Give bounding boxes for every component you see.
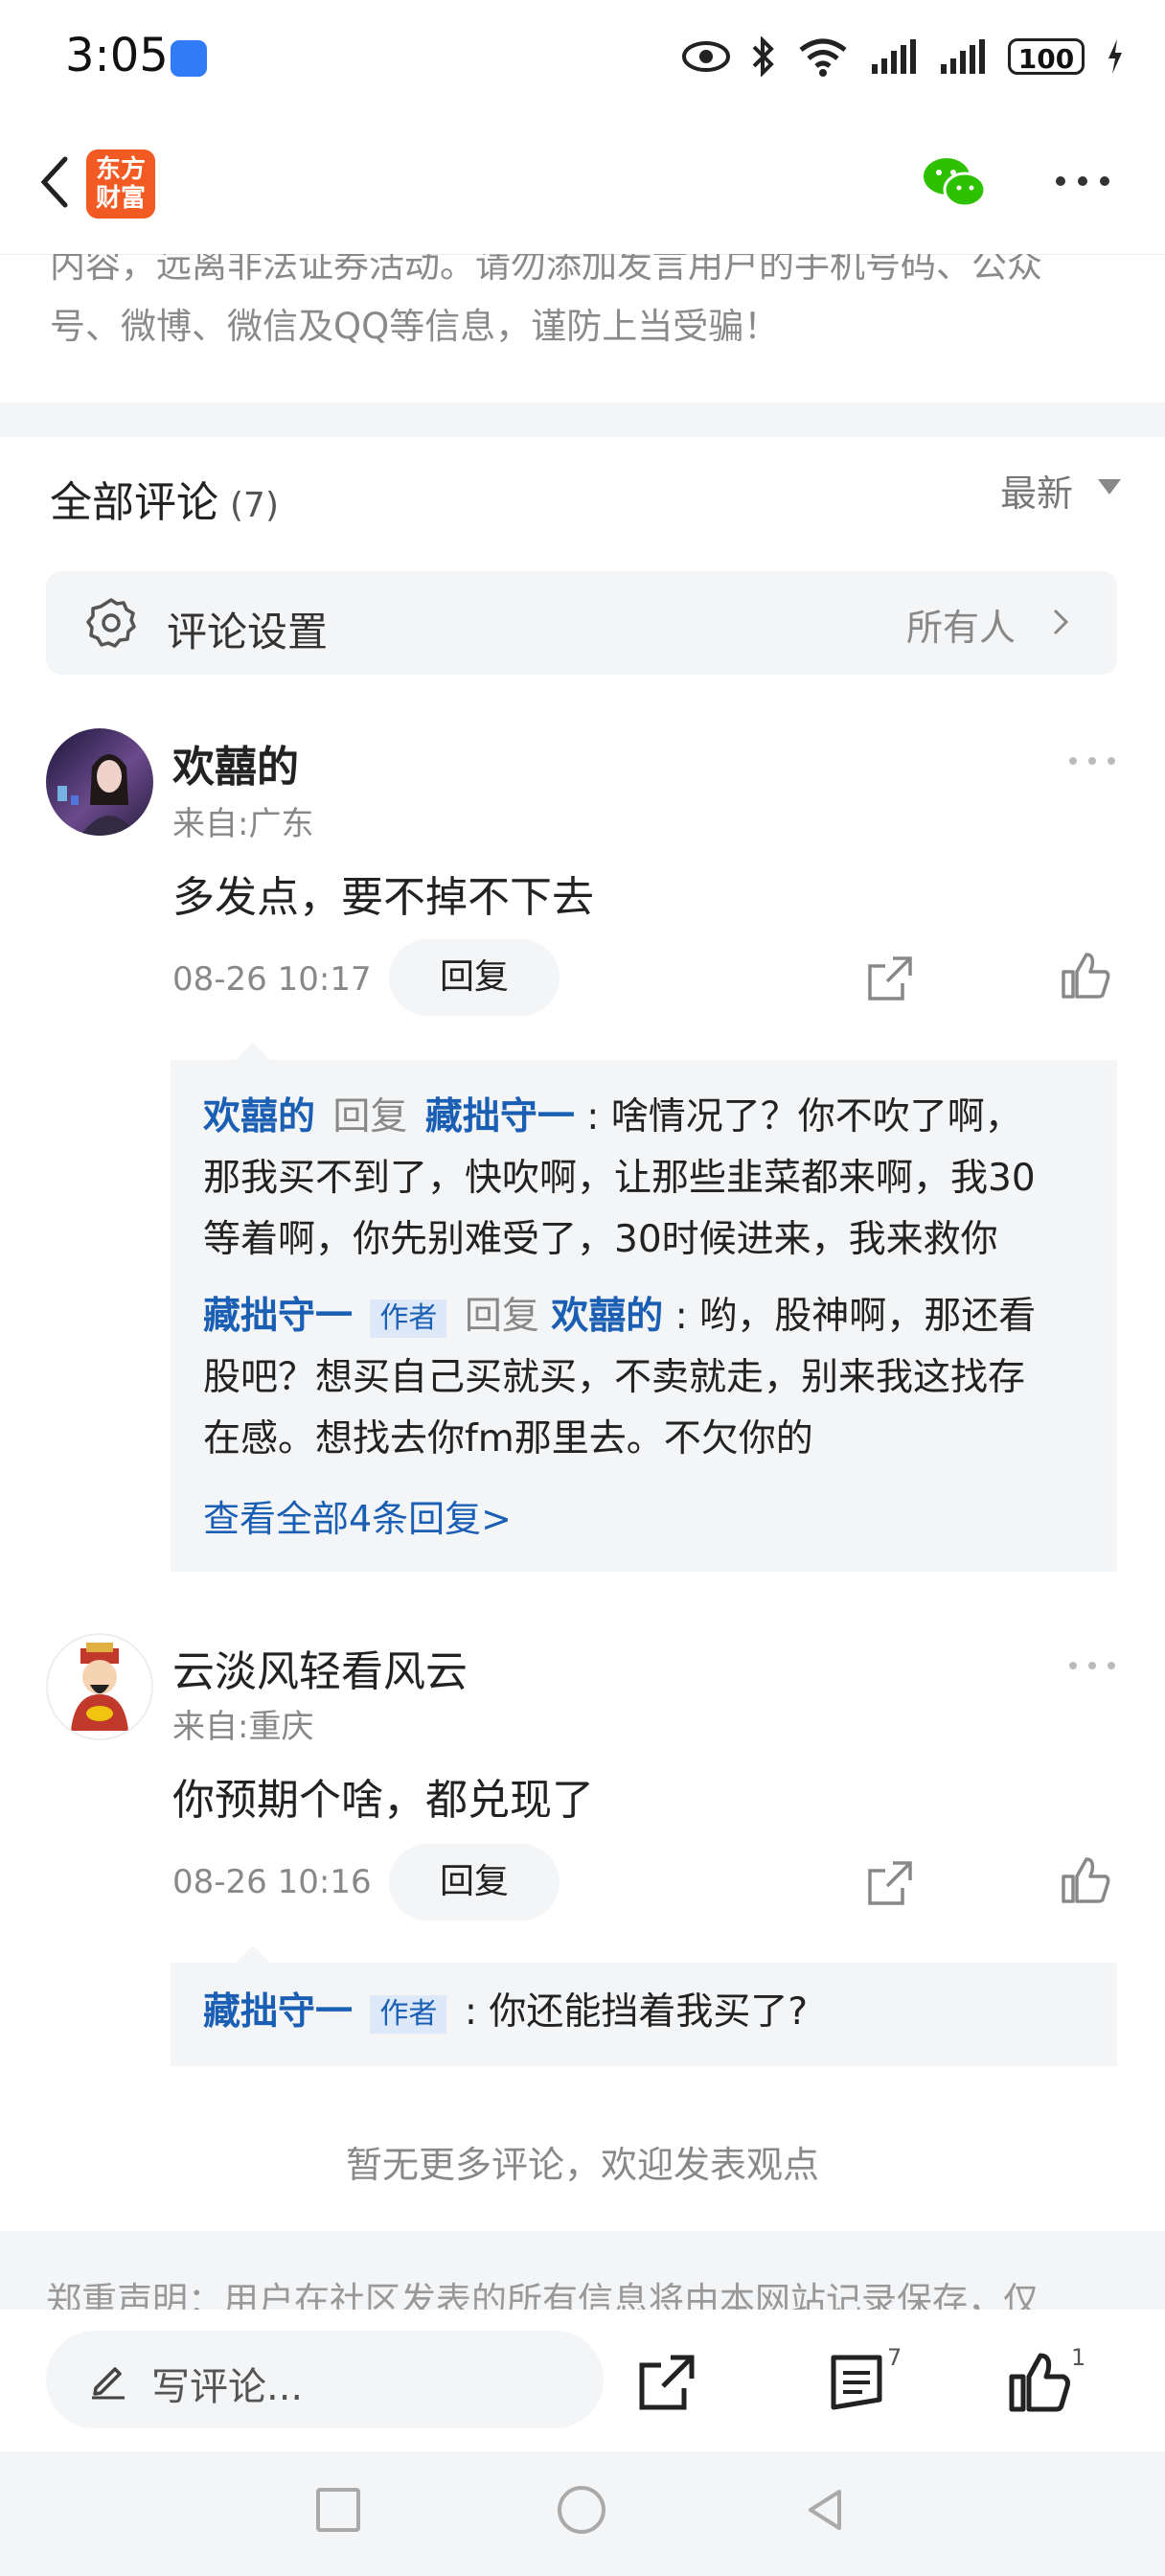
home-button[interactable]: [558, 2486, 605, 2534]
like-icon[interactable]: [1008, 2350, 1071, 2413]
status-bar: 3:05 100: [0, 0, 1165, 115]
charging-icon: [1108, 39, 1122, 74]
pen-icon: [92, 2367, 125, 2400]
app-logo: 东方 财富: [86, 150, 155, 218]
signal-icon-2: [941, 39, 985, 74]
comment-username[interactable]: 欢囍的: [172, 732, 299, 794]
avatar[interactable]: [46, 728, 153, 836]
avatar[interactable]: [46, 1633, 153, 1740]
caret-down-icon[interactable]: [1098, 479, 1121, 494]
reply-pointer: [236, 1043, 270, 1060]
reply-text: : 哟，股神啊，那还看: [674, 1295, 1037, 1338]
signal-icon: [872, 39, 916, 74]
reply-button[interactable]: 回复: [389, 1844, 560, 1920]
like-icon[interactable]: [1060, 1853, 1111, 1905]
reply-item[interactable]: 藏拙守一 作者 : 你还能挡着我买了?: [203, 1982, 1104, 2043]
share-icon[interactable]: [864, 1857, 916, 1909]
author-tag: 作者: [370, 1299, 447, 1338]
view-all-replies-link[interactable]: 查看全部4条回复>: [203, 1489, 512, 1542]
share-icon[interactable]: [636, 2352, 697, 2413]
notice-line-1: 内容，远离非法证券活动。请勿添加发言用户的手机号码、公众: [50, 254, 1042, 286]
comment-time: 08-26 10:16: [172, 1863, 372, 1901]
comment-settings-row[interactable]: 评论设置 所有人: [46, 571, 1117, 675]
comment-more-icon[interactable]: [1067, 1660, 1117, 1671]
comment-location: 来自:重庆: [172, 1708, 314, 1746]
reply-word: 回复: [464, 1295, 539, 1338]
avatar-photo: [57, 754, 138, 836]
comment-more-icon[interactable]: [1067, 755, 1117, 767]
reply-text: : 啥情况了？你不吹了啊，: [586, 1095, 1022, 1138]
comment-time: 08-26 10:17: [172, 960, 372, 999]
reply-button[interactable]: 回复: [389, 939, 560, 1016]
settings-label: 评论设置: [167, 609, 329, 656]
comment-text: 多发点，要不掉不下去: [172, 873, 594, 922]
reply-pointer: [236, 1945, 270, 1963]
comment-username[interactable]: 云淡风轻看风云: [172, 1637, 468, 1698]
status-time: 3:05: [65, 29, 169, 82]
reply-item[interactable]: 藏拙守一 作者 回复 欢囍的 : 哟，股神啊，那还看 股吧？想买自己买就买，不卖…: [203, 1286, 1104, 1470]
reply-author: 藏拙守一: [203, 1295, 354, 1338]
sort-dropdown[interactable]: 最新: [1000, 464, 1073, 517]
gear-icon: [86, 598, 136, 648]
risk-notice: 内容，远离非法证券活动。请勿添加发言用户的手机号码、公众 号、微博、微信及QQ等…: [0, 254, 1165, 398]
reply-text: 那我买不到了，快吹啊，让那些韭菜都来啊，我30: [203, 1157, 1036, 1200]
battery-indicator: 100: [1008, 38, 1085, 75]
bottom-action-bar: 写评论... 7 1: [0, 2310, 1165, 2451]
comment-text: 你预期个啥，都兑现了: [172, 1776, 594, 1825]
reply-author: 藏拙守一: [203, 1990, 354, 2034]
chevron-right-icon: [1053, 609, 1069, 635]
more-options-icon[interactable]: [1054, 174, 1111, 188]
comments-icon[interactable]: [826, 2352, 887, 2413]
comments-title: 全部评论 (7): [50, 478, 279, 527]
settings-value: 所有人: [906, 607, 1017, 649]
replies-box: 欢囍的 回复 藏拙守一 : 啥情况了？你不吹了啊， 那我买不到了，快吹啊，让那些…: [171, 1060, 1117, 1572]
share-icon[interactable]: [864, 953, 916, 1004]
back-button[interactable]: [801, 2486, 849, 2534]
reply-text: : 你还能挡着我买了?: [464, 1990, 809, 2034]
wechat-share-icon[interactable]: [922, 155, 987, 209]
write-comment-input[interactable]: 写评论...: [46, 2331, 604, 2428]
like-icon[interactable]: [1060, 949, 1111, 1000]
author-tag: 作者: [370, 1994, 447, 2034]
reply-text: 在感。想找去你fm那里去。不欠你的: [203, 1417, 813, 1460]
reply-author: 欢囍的: [203, 1095, 316, 1138]
reply-item[interactable]: 欢囍的 回复 藏拙守一 : 啥情况了？你不吹了啊， 那我买不到了，快吹啊，让那些…: [203, 1087, 1104, 1271]
reply-word: 回复: [332, 1095, 408, 1138]
top-nav-bar: 东方 财富: [0, 115, 1165, 255]
replies-box: 藏拙守一 作者 : 你还能挡着我买了?: [171, 1963, 1117, 2066]
section-divider: [0, 402, 1165, 437]
system-nav-bar: [0, 2451, 1165, 2576]
notice-line-2: 号、微博、微信及QQ等信息，谨防上当受骗！: [50, 306, 780, 347]
eye-icon: [682, 41, 730, 72]
status-icons: 100: [682, 33, 1125, 80]
comments-count-badge: 7: [887, 2344, 902, 2371]
reply-text: 等着啊，你先别难受了，30时候进来，我来救你: [203, 1218, 998, 1261]
recent-apps-button[interactable]: [316, 2488, 360, 2532]
bluetooth-icon: [752, 36, 774, 77]
likes-count-badge: 1: [1071, 2344, 1086, 2371]
no-more-comments: 暂无更多评论，欢迎发表观点: [345, 2144, 819, 2186]
reply-text: 股吧？想买自己买就买，不卖就走，别来我这找存: [203, 1356, 1026, 1399]
avatar-caishen: [71, 1643, 128, 1731]
comments-count: (7): [230, 486, 279, 525]
wifi-icon: [799, 38, 847, 77]
reply-target: 藏拙守一: [424, 1095, 575, 1138]
reply-target: 欢囍的: [551, 1295, 664, 1338]
back-arrow-icon[interactable]: [29, 153, 86, 211]
comment-location: 来自:广东: [172, 805, 314, 843]
notification-app-icon: [171, 40, 207, 77]
write-comment-placeholder: 写评论...: [151, 2365, 304, 2409]
